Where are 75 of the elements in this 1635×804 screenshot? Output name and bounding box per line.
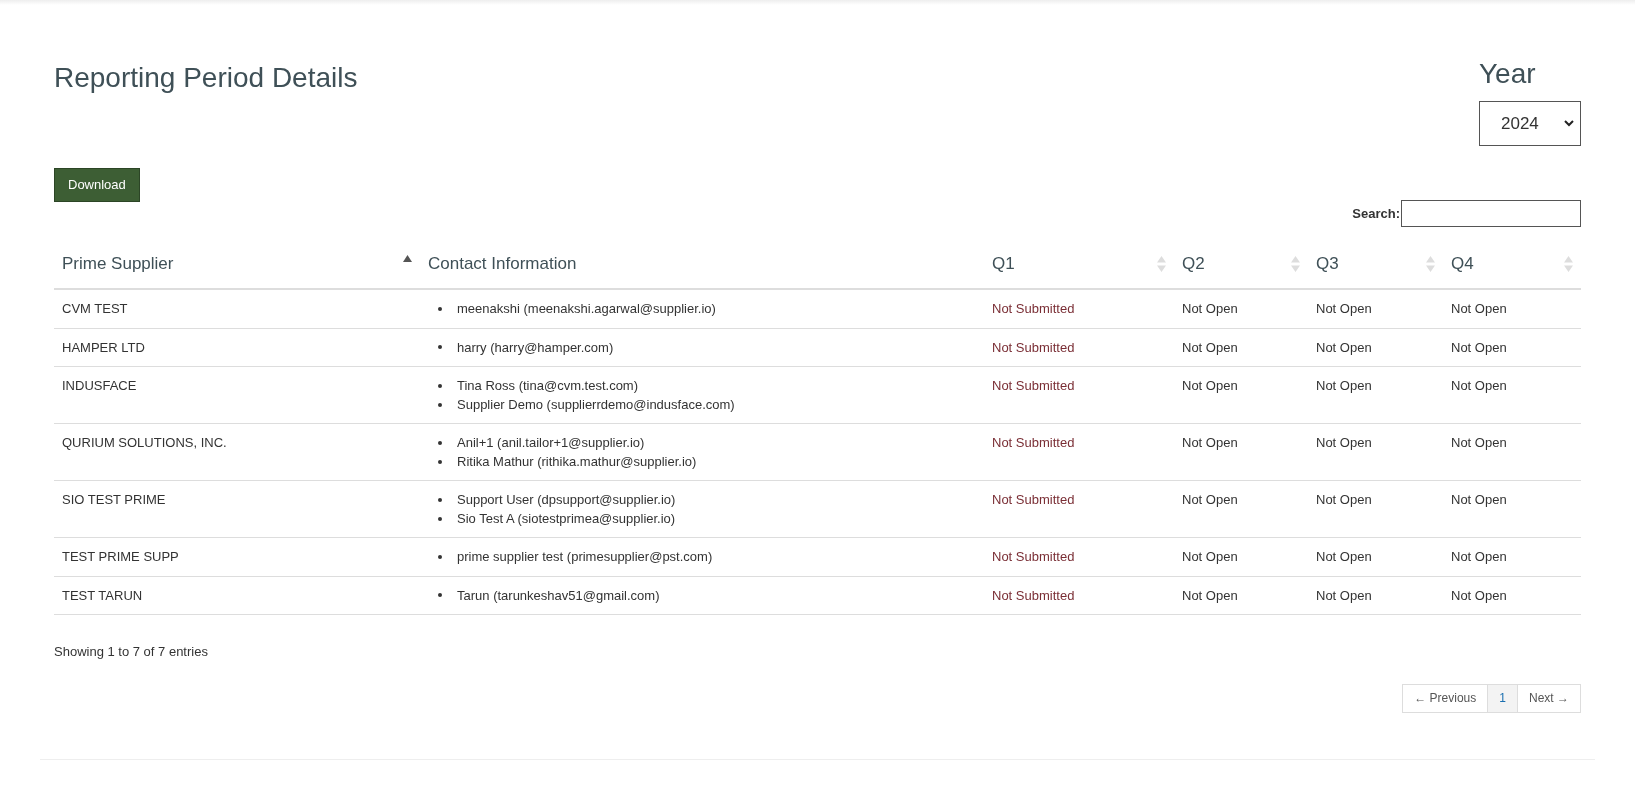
quarter-status-cell: Not Open xyxy=(1308,366,1443,424)
sort-icon xyxy=(1426,255,1435,272)
chevron-down-icon xyxy=(1564,120,1574,127)
contact-text: Tarun (tarunkeshav51@gmail.com) xyxy=(457,586,660,605)
bullet-icon xyxy=(438,383,442,388)
page-title: Reporting Period Details xyxy=(54,61,358,95)
contact-text: meenakshi (meenakshi.agarwal@supplier.io) xyxy=(457,300,716,318)
quarter-status-cell: Not Open xyxy=(1443,480,1581,538)
quarter-status-cell: Not Open xyxy=(1308,537,1443,576)
search-field[interactable] xyxy=(1401,200,1581,227)
bullet-icon xyxy=(438,440,442,445)
download-button[interactable]: Download xyxy=(54,168,140,202)
supplier-cell: CVM TEST xyxy=(54,289,420,328)
sort-icon xyxy=(1564,255,1573,272)
quarter-status-cell: Not Open xyxy=(1174,423,1308,481)
supplier-cell: HAMPER LTD xyxy=(54,328,420,367)
quarter-status-cell: Not Open xyxy=(1308,423,1443,481)
contact-text: Anil+1 (anil.tailor+1@supplier.io) xyxy=(457,434,645,452)
quarter-status-cell: Not Submitted xyxy=(984,576,1174,615)
column-header[interactable]: Q2 xyxy=(1174,239,1308,289)
quarter-status-cell: Not Open xyxy=(1443,328,1581,367)
quarter-status-cell: Not Open xyxy=(1443,537,1581,576)
quarter-status-cell: Not Open xyxy=(1174,366,1308,424)
search-label: Search: xyxy=(1352,204,1400,223)
bullet-icon xyxy=(438,497,442,502)
supplier-cell: QURIUM SOLUTIONS, INC. xyxy=(54,423,420,481)
column-header[interactable]: Q3 xyxy=(1308,239,1443,289)
quarter-status-cell: Not Open xyxy=(1308,576,1443,615)
quarter-status-cell: Not Submitted xyxy=(984,480,1174,538)
contact-text: Tina Ross (tina@cvm.test.com) xyxy=(457,377,639,395)
year-label: Year xyxy=(1479,57,1536,91)
bullet-icon xyxy=(438,593,442,597)
quarter-status-cell: Not Submitted xyxy=(984,328,1174,367)
contact-text: Supplier Demo (supplierrdemo@indusface.com) xyxy=(457,396,735,414)
bullet-icon xyxy=(438,554,442,559)
column-header: Contact Information xyxy=(420,239,984,289)
column-header[interactable]: Q1 xyxy=(984,239,1174,289)
quarter-status-cell: Not Submitted xyxy=(984,537,1174,576)
sort-ascending-icon xyxy=(403,255,412,262)
quarter-status-cell: Not Open xyxy=(1174,328,1308,367)
quarter-status-cell: Not Open xyxy=(1308,289,1443,328)
quarter-status-cell: Not Open xyxy=(1443,289,1581,328)
column-header[interactable]: Q4 xyxy=(1443,239,1581,289)
quarter-status-cell: Not Open xyxy=(1443,576,1581,615)
quarter-status-cell: Not Open xyxy=(1443,423,1581,481)
contact-text: Ritika Mathur (rithika.mathur@supplier.io) xyxy=(457,453,697,471)
quarter-status-cell: Not Open xyxy=(1308,480,1443,538)
quarter-status-cell: Not Open xyxy=(1308,328,1443,367)
bullet-icon xyxy=(438,345,442,349)
contact-text: prime supplier test (primesupplier@pst.com) xyxy=(457,548,713,566)
quarter-status-cell: Not Open xyxy=(1174,537,1308,576)
contact-text: Support User (dpsupport@supplier.io) xyxy=(457,491,676,509)
bullet-icon xyxy=(438,306,442,311)
quarter-status-cell: Not Open xyxy=(1174,480,1308,538)
quarter-status-cell: Not Submitted xyxy=(984,289,1174,328)
contact-text: harry (harry@hamper.com) xyxy=(457,338,614,357)
column-header[interactable]: Prime Supplier xyxy=(54,239,420,289)
supplier-cell: SIO TEST PRIME xyxy=(54,480,420,538)
quarter-status-cell: Not Open xyxy=(1443,366,1581,424)
year-select[interactable]: 2024 xyxy=(1479,101,1581,146)
supplier-cell: INDUSFACE xyxy=(54,366,420,424)
quarter-status-cell: Not Submitted xyxy=(984,423,1174,481)
entries-info: Showing 1 to 7 of 7 entries xyxy=(54,643,209,661)
sort-icon xyxy=(1157,255,1166,272)
current-page-button[interactable]: 1 xyxy=(1487,684,1517,712)
quarter-status-cell: Not Submitted xyxy=(984,366,1174,424)
supplier-cell: TEST TARUN xyxy=(54,576,420,615)
supplier-cell: TEST PRIME SUPP xyxy=(54,537,420,576)
contact-text: Sio Test A (siotestprimea@supplier.io) xyxy=(457,510,676,528)
sort-icon xyxy=(1291,255,1300,272)
bullet-icon xyxy=(438,402,442,407)
quarter-status-cell: Not Open xyxy=(1174,576,1308,615)
quarter-status-cell: Not Open xyxy=(1174,289,1308,328)
bullet-icon xyxy=(438,459,442,464)
bullet-icon xyxy=(438,516,442,521)
